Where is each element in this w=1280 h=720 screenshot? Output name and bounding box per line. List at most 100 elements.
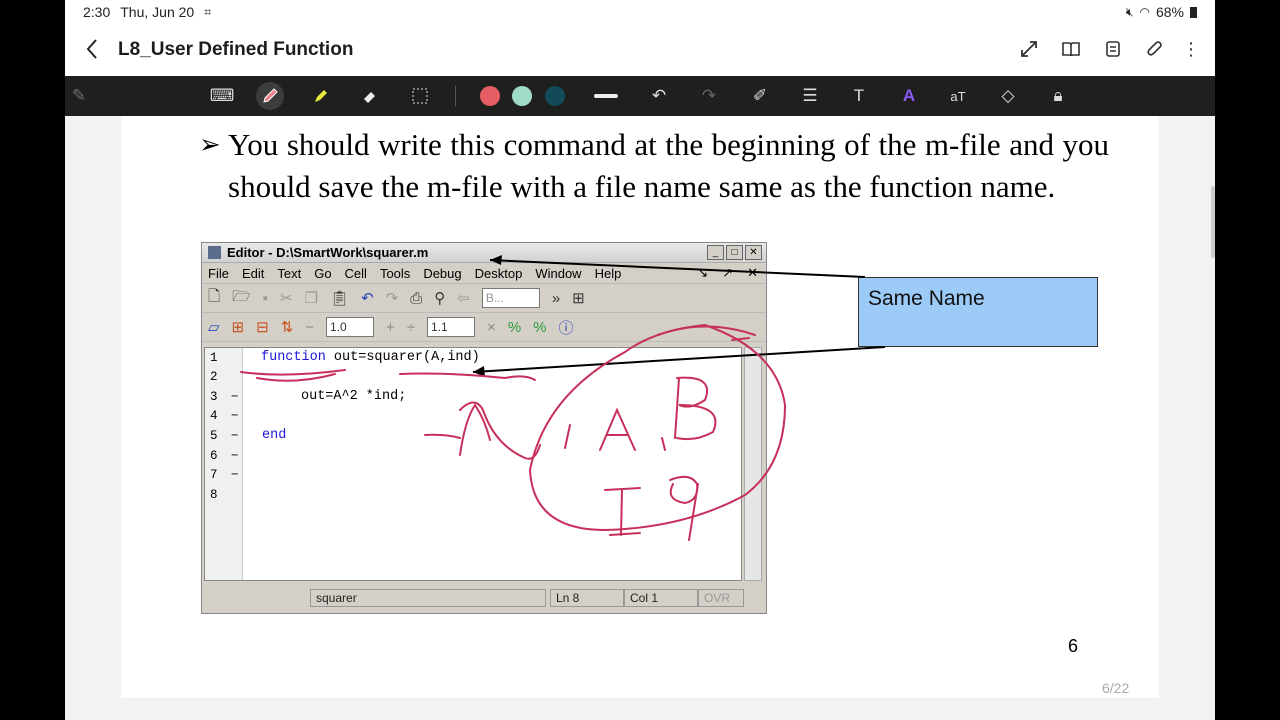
breakpoint-dash: −	[231, 390, 239, 404]
bullet-arrow-icon: ➢	[199, 130, 221, 159]
line-gutter: 1 2 3 4 5 6 7 8 − − − − −	[205, 348, 243, 580]
divide-icon: ÷	[406, 318, 416, 336]
code-line-3: out=A^2 *ind;	[301, 389, 407, 404]
editor-cell-toolbar: ▱ ⊞ ⊟ ⇅ − 1.0 + ÷ 1.1 × % % ⓘ	[202, 313, 766, 342]
pen-side-icon[interactable]: ✎	[65, 82, 93, 110]
redo-icon: ↷	[385, 290, 399, 307]
editor-title-bar: Editor - D:\SmartWork\squarer.m	[202, 243, 766, 263]
plus-icon: +	[386, 318, 395, 336]
menu-item: Go	[314, 265, 332, 281]
slide-page: ➢ You should write this command at the b…	[121, 116, 1159, 698]
code-area: 1 2 3 4 5 6 7 8 − − − − − function out=s…	[204, 347, 742, 581]
line-number: 3	[210, 390, 218, 404]
screenshot-icon: ⌗	[204, 4, 211, 19]
comment-icon: %	[507, 318, 522, 336]
pen-tool-icon[interactable]	[256, 82, 284, 110]
stroke-width-icon[interactable]	[592, 82, 620, 110]
more-tools-icon: »	[551, 289, 561, 307]
print-icon: ⎙	[410, 289, 423, 307]
info-icon: ⓘ	[558, 319, 574, 337]
undo-icon: ↶	[361, 290, 374, 307]
app-frame: 2:30 Thu, Jun 20 ⌗ 🔇︎ ◠ 68% L8_User Defi…	[65, 0, 1215, 720]
toolbar-divider	[455, 86, 456, 106]
highlighter-icon[interactable]	[307, 82, 335, 110]
date: Thu, Jun 20	[120, 4, 195, 20]
code-text: out=squarer(A,ind)	[325, 350, 480, 365]
wifi-icon: ◠	[1139, 5, 1150, 19]
breakpoint-dash: −	[231, 429, 239, 443]
maximize-icon: □	[726, 245, 743, 260]
line-number: 5	[210, 429, 218, 443]
callout-text: Same Name	[868, 287, 985, 310]
editor-scrollbar	[744, 347, 762, 581]
line-number: 7	[210, 468, 218, 482]
line-number: 1	[210, 351, 218, 365]
redo-icon[interactable]: ↷	[695, 82, 723, 110]
lasso-select-icon[interactable]	[406, 82, 434, 110]
split-cell-icon: ⊟	[256, 319, 269, 336]
book-view-icon[interactable]	[1061, 38, 1081, 60]
font-box: B...	[481, 288, 540, 308]
status-ovr: OVR	[698, 589, 744, 607]
cell-icon: ▱	[208, 319, 220, 336]
new-file-icon: 🗋︎	[208, 287, 221, 305]
shapes-icon[interactable]: ◇	[994, 82, 1022, 110]
breakpoint-dash: −	[231, 449, 239, 463]
shape-pen-icon[interactable]: ✐	[746, 82, 774, 110]
slide-number: 6	[1068, 636, 1079, 656]
battery-level: 68%	[1155, 4, 1184, 20]
close-icon: ✕	[745, 245, 762, 260]
uncomment-icon: %	[533, 318, 547, 336]
back-icon[interactable]	[85, 38, 99, 66]
increment-field: 1.0	[326, 317, 375, 337]
undo-icon[interactable]: ↶	[645, 82, 673, 110]
color-mint-swatch[interactable]	[512, 86, 532, 106]
editor-menu-bar: File Edit Text Go Cell Tools Debug Deskt…	[202, 263, 766, 284]
bullet-text: You should write this command at the beg…	[228, 127, 1109, 204]
text-size-icon[interactable]: aT	[944, 82, 972, 110]
line-number: 6	[210, 449, 218, 463]
pen-toolbar: ✎ ⌨ ↶ ↷ ✐ ☰ T A aT ◇ 🔒︎	[65, 76, 1215, 116]
menu-item: File	[208, 265, 229, 281]
callout-box: Same Name	[858, 277, 1098, 347]
editor-status-bar: squarer Ln 8 Col 1 OVR	[204, 587, 764, 609]
pages-icon[interactable]	[1103, 38, 1123, 60]
status-line: Ln 8	[550, 589, 624, 607]
lock-icon[interactable]: 🔒︎	[1044, 82, 1072, 110]
font-style-icon[interactable]: A	[895, 82, 923, 110]
eraser-icon[interactable]	[356, 82, 384, 110]
code-line-5: end	[262, 428, 287, 443]
title-bar: L8_User Defined Function ⋮	[65, 26, 1215, 76]
grid-icon: ⊞	[572, 290, 585, 307]
battery-icon	[1190, 6, 1197, 18]
find-icon: ⚲	[434, 290, 446, 307]
more-options-icon[interactable]: ⋮	[1182, 38, 1200, 60]
editor-toolbar: 🗋︎ 🗁︎ ▪ ✂ ❐ 📋︎ ↶ ↷ ⎙ ⚲ ⇦ B... » ⊞	[202, 284, 766, 313]
bullet-point: ➢ You should write this command at the b…	[199, 124, 1109, 208]
open-folder-icon: 🗁︎	[232, 287, 251, 305]
menu-item: Tools	[379, 265, 411, 281]
page-scroll-handle[interactable]	[1211, 186, 1215, 258]
menu-item: Debug	[423, 265, 462, 281]
menu-item: Window	[535, 265, 582, 281]
matlab-icon	[208, 246, 221, 259]
multiply-icon: ×	[487, 318, 496, 336]
color-teal-swatch[interactable]	[545, 86, 565, 106]
mute-icon: 🔇︎	[1125, 4, 1134, 19]
line-number: 4	[210, 409, 218, 423]
status-file: squarer	[310, 589, 546, 607]
align-icon[interactable]: ☰	[796, 82, 824, 110]
menu-item: Edit	[241, 265, 265, 281]
keyboard-icon[interactable]: ⌨	[208, 82, 236, 110]
page-counter: 6/22	[1102, 680, 1130, 696]
color-red-swatch[interactable]	[480, 86, 500, 106]
menu-item: Desktop	[474, 265, 523, 281]
line-number: 8	[210, 488, 218, 502]
insert-cell-icon: ⊞	[231, 319, 245, 336]
scale-field: 1.1	[427, 317, 476, 337]
attach-icon[interactable]	[1145, 38, 1165, 60]
expand-icon[interactable]	[1019, 38, 1039, 60]
text-tool-icon[interactable]: T	[845, 82, 873, 110]
close-doc-icon: ✕	[747, 265, 758, 280]
minus-icon: −	[305, 318, 315, 336]
